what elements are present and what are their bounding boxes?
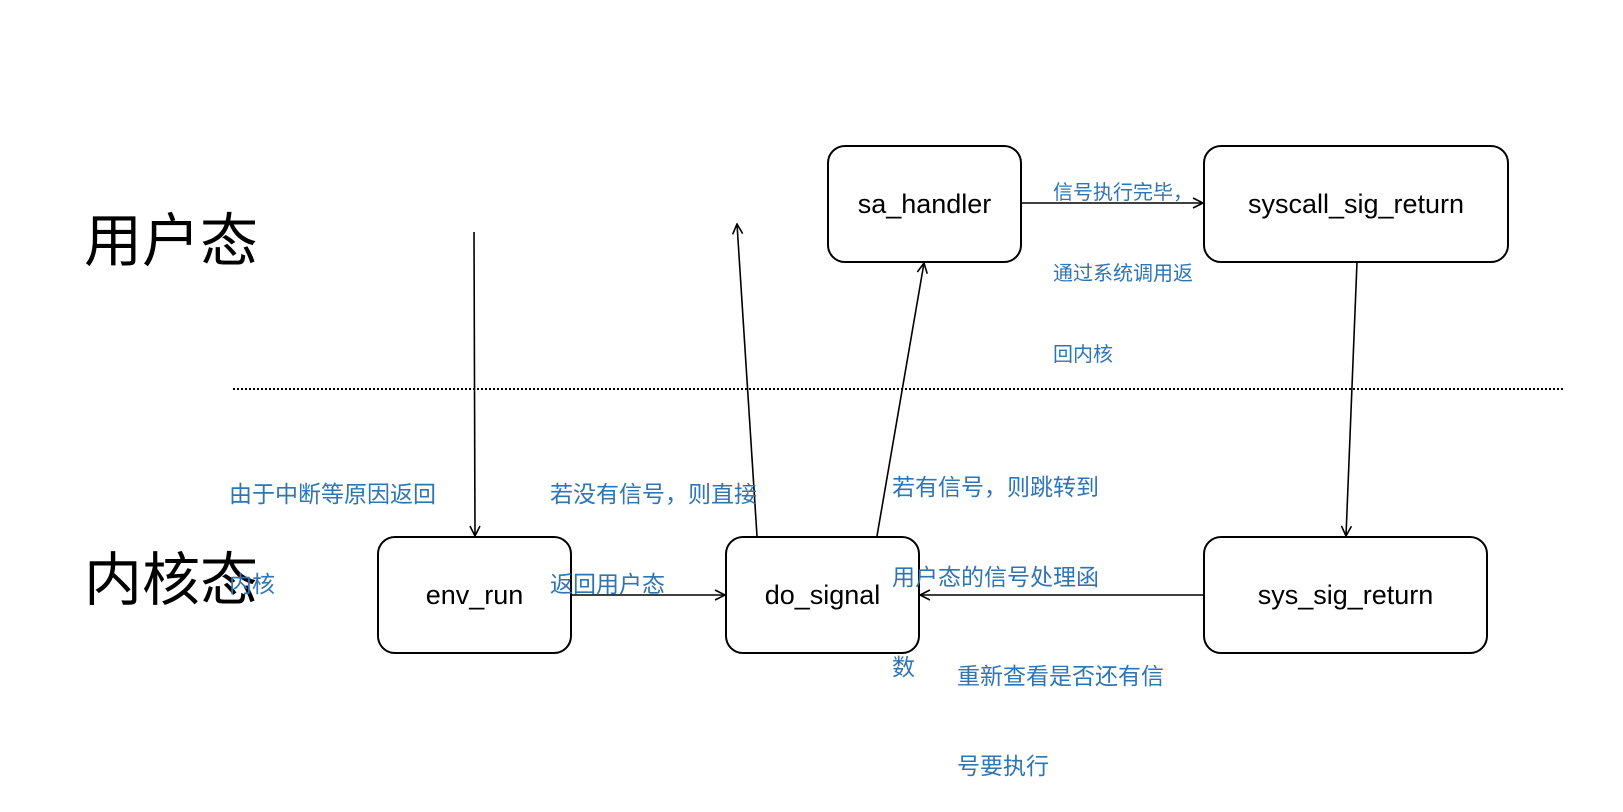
- annotation-line: 号要执行: [957, 754, 1049, 780]
- annotation-line: 内核: [229, 572, 275, 598]
- arrow-syscall-sig-return-to-sys-sig-return: [1346, 261, 1358, 536]
- annotation-line: 回内核: [1053, 342, 1113, 366]
- annotation-line: 若有信号，则跳转到: [892, 475, 1099, 501]
- annotation-handler-done: 信号执行完毕， 通过系统调用返 回内核: [1053, 125, 1193, 395]
- annotation-no-signal: 若没有信号，则直接 返回用户态: [550, 420, 757, 630]
- annotation-line: 由于中断等原因返回: [229, 482, 436, 508]
- annotation-interrupt-return: 由于中断等原因返回 内核: [229, 420, 436, 630]
- annotation-line: 通过系统调用返: [1053, 261, 1193, 285]
- annotation-line: 重新查看是否还有信: [957, 664, 1164, 690]
- annotation-line: 若没有信号，则直接: [550, 482, 757, 508]
- diagram-canvas: [233, 0, 1565, 797]
- arrow-interrupt-to-env-run: [474, 231, 475, 536]
- user-mode-label: 用户态: [84, 207, 259, 275]
- node-sys-sig-return: sys_sig_return: [1203, 536, 1488, 654]
- annotation-line: 用户态的信号处理函: [892, 565, 1099, 591]
- node-syscall-sig-return: syscall_sig_return: [1203, 145, 1509, 263]
- annotation-recheck: 重新查看是否还有信 号要执行: [957, 602, 1164, 812]
- annotation-line: 返回用户态: [550, 572, 665, 598]
- annotation-line: 信号执行完毕，: [1053, 180, 1193, 204]
- node-sa-handler: sa_handler: [827, 145, 1022, 263]
